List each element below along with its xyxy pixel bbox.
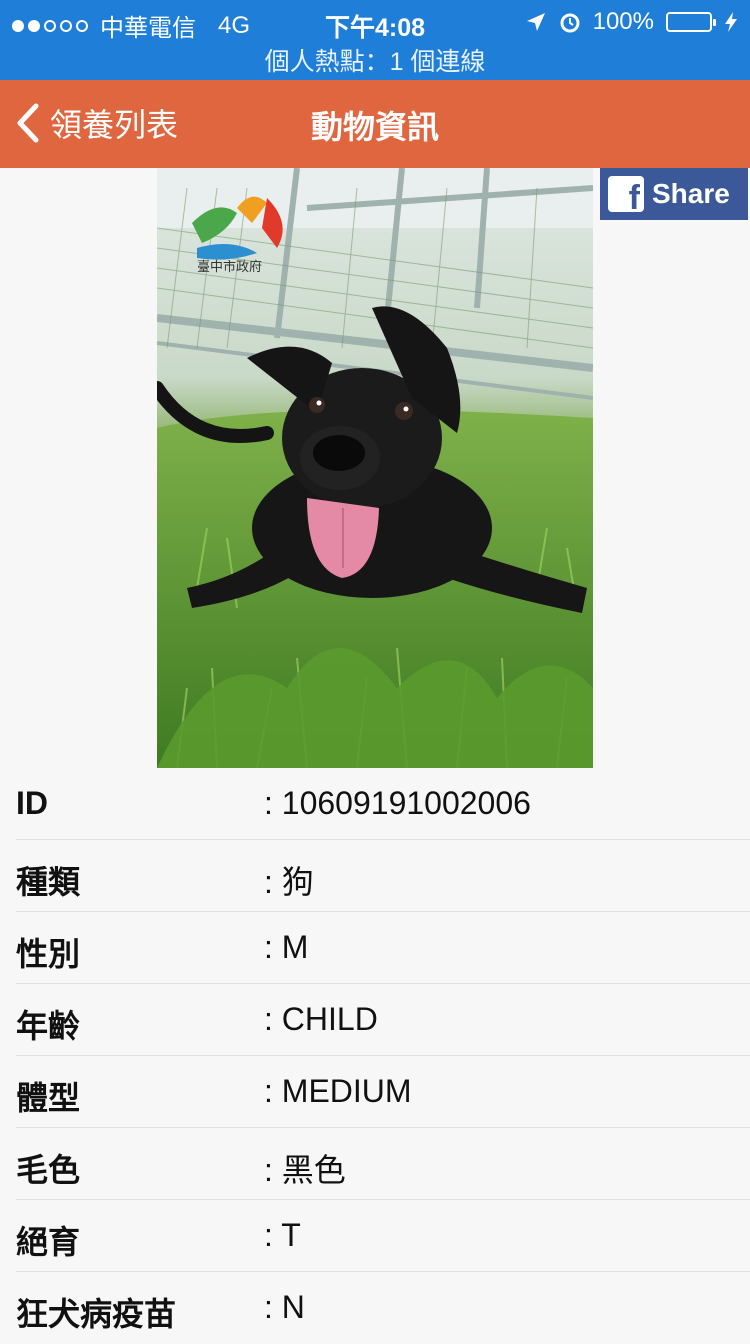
info-row-age: 年齡 : CHILD bbox=[16, 984, 750, 1056]
info-row-rabies-vaccine: 狂犬病疫苗 : N bbox=[16, 1272, 750, 1344]
location-arrow-icon bbox=[526, 13, 545, 31]
svg-text:臺中市政府: 臺中市政府 bbox=[197, 259, 262, 274]
facebook-icon: f bbox=[608, 176, 644, 215]
info-row-coat-color: 毛色 : 黑色 bbox=[16, 1128, 750, 1200]
info-value: : N bbox=[264, 1289, 305, 1325]
info-row-id: ID : 10609191002006 bbox=[16, 768, 750, 840]
info-row-sterilized: 絕育 : T bbox=[16, 1200, 750, 1272]
info-row-body-size: 體型 : MEDIUM bbox=[16, 1056, 750, 1128]
info-row-species: 種類 : 狗 bbox=[16, 840, 750, 912]
share-label: Share bbox=[652, 178, 730, 209]
page-title: 動物資訊 bbox=[310, 109, 439, 145]
info-value: : T bbox=[264, 1217, 301, 1253]
info-label: 年齡 bbox=[16, 1008, 81, 1044]
status-bar: 中華電信 4G 下午4:08 100% 個人熱點：1 個連線 bbox=[0, 0, 750, 80]
info-value: : M bbox=[264, 929, 309, 965]
info-value: : CHILD bbox=[264, 1001, 378, 1037]
info-label: 性別 bbox=[16, 936, 81, 972]
animal-info-list: ID : 10609191002006 種類 : 狗 性別 : M 年齡 : C… bbox=[0, 768, 750, 1344]
facebook-share-button[interactable]: f Share bbox=[600, 168, 748, 220]
info-value: : MEDIUM bbox=[264, 1073, 412, 1109]
info-value: : 黑色 bbox=[264, 1152, 346, 1188]
info-label: ID bbox=[16, 785, 48, 821]
info-label: 毛色 bbox=[16, 1152, 81, 1188]
hotspot-banner[interactable]: 個人熱點：1 個連線 bbox=[0, 42, 750, 78]
battery-icon bbox=[666, 12, 716, 32]
info-value: : 10609191002006 bbox=[264, 785, 531, 821]
info-label: 種類 bbox=[16, 864, 81, 900]
battery-percent: 100% bbox=[592, 8, 654, 35]
navigation-bar: 領養列表 動物資訊 bbox=[0, 80, 750, 168]
info-label: 絕育 bbox=[16, 1224, 81, 1260]
info-row-sex: 性別 : M bbox=[16, 912, 750, 984]
info-label: 狂犬病疫苗 bbox=[16, 1296, 177, 1332]
alarm-clock-icon bbox=[560, 13, 580, 33]
animal-photo: 臺中市政府 bbox=[157, 168, 593, 768]
info-label: 體型 bbox=[16, 1080, 81, 1116]
info-value: : 狗 bbox=[264, 864, 314, 900]
charging-icon bbox=[725, 12, 737, 32]
